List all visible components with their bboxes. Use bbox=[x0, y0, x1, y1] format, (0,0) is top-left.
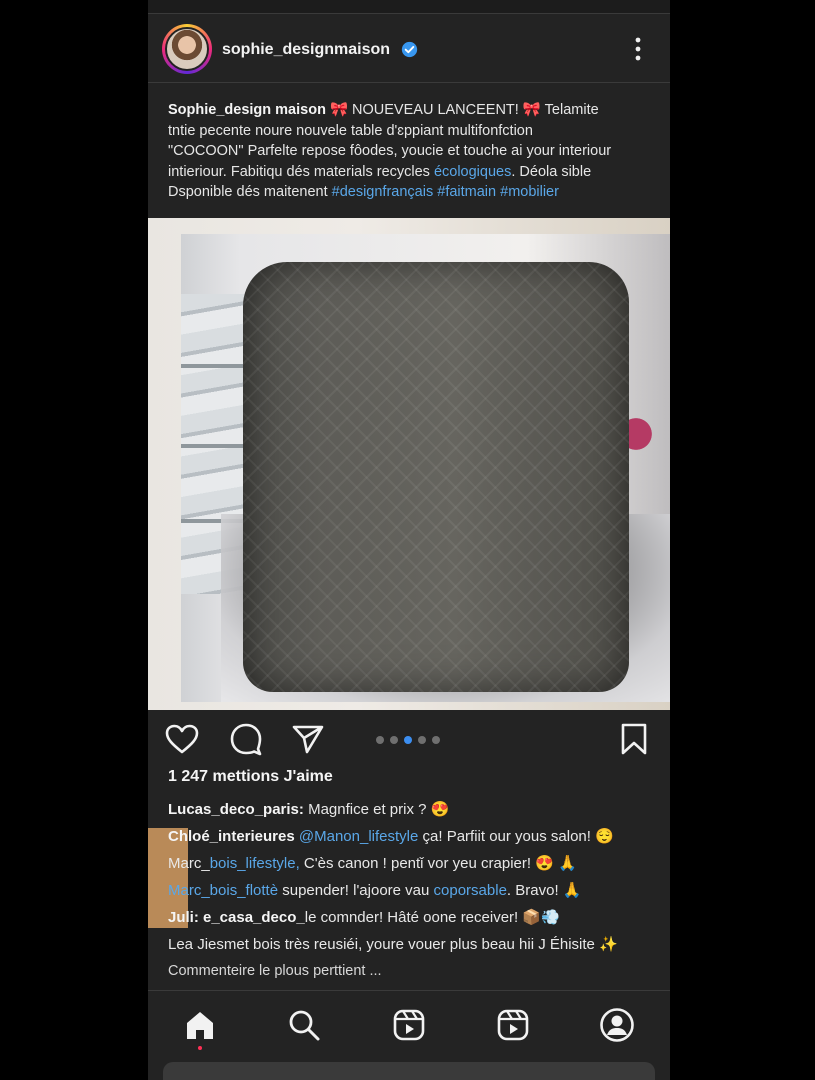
comment-text: . Bravo! 🙏 bbox=[506, 882, 582, 899]
comment: Juli: e_casa_deco_le comnder! Hâté oone … bbox=[168, 904, 658, 931]
comment-icon[interactable] bbox=[228, 722, 264, 756]
hashtag[interactable]: #designfrançais bbox=[332, 184, 434, 200]
heart-icon[interactable] bbox=[164, 722, 200, 756]
bookmark-icon[interactable] bbox=[616, 722, 652, 756]
comment-user[interactable]: Chloé_interieures bbox=[168, 828, 295, 845]
carousel-indicator bbox=[376, 736, 440, 744]
comments-list: Lucas_deco_paris: Magnfice et prix ? 😍 C… bbox=[168, 796, 658, 985]
carousel-dot bbox=[418, 736, 426, 744]
comment: Marc_bois_lifestyle, C'ès canon ! pentǐ … bbox=[168, 850, 658, 877]
comment-user[interactable]: Juli: e_casa_deco_ bbox=[168, 909, 305, 926]
comment-text: ça! Parfiit our yous salon! 😌 bbox=[418, 828, 614, 845]
hashtag[interactable]: #faitmain bbox=[437, 184, 496, 200]
top-strip bbox=[148, 0, 670, 14]
post-caption: Sophie_design maison 🎀 NOUEVEAU LANCEENT… bbox=[168, 100, 654, 203]
verified-badge-icon bbox=[401, 41, 418, 58]
home-icon[interactable] bbox=[180, 1005, 220, 1045]
comment: Marc_bois_flottè supender! l'ajoore vau … bbox=[168, 877, 658, 904]
carousel-dot-active bbox=[404, 736, 412, 744]
comment-text: le comnder! Hâté oone receiver! 📦💨 bbox=[304, 909, 560, 926]
bottom-navigation bbox=[148, 990, 670, 1054]
send-icon[interactable] bbox=[290, 722, 326, 756]
caption-line: Dsponible dés maitenent bbox=[168, 184, 332, 200]
more-vertical-icon[interactable] bbox=[628, 35, 648, 63]
caption-author[interactable]: Sophie_design maison bbox=[168, 102, 326, 118]
bottom-pill bbox=[163, 1062, 655, 1080]
profile-icon[interactable] bbox=[597, 1005, 637, 1045]
caption-title: 🎀 NOUEVEAU LANCEENT! 🎀 Telamite bbox=[329, 102, 599, 118]
comment: Chloé_interieures @Manon_lifestyle ça! P… bbox=[168, 823, 658, 850]
comment-user-link[interactable]: bois_lifestyle, bbox=[210, 855, 300, 872]
post-actions bbox=[148, 712, 670, 766]
comment-link[interactable]: coporsable bbox=[434, 882, 507, 899]
carousel-dot bbox=[432, 736, 440, 744]
caption-line: intieriour. Fabitiqu dés materials recyc… bbox=[168, 163, 434, 180]
search-icon[interactable] bbox=[284, 1005, 324, 1045]
post-username[interactable]: sophie_designmaison bbox=[222, 41, 390, 59]
comment: Lucas_deco_paris: Magnfice et prix ? 😍 bbox=[168, 796, 658, 823]
comment-user[interactable]: Marc_ bbox=[168, 855, 210, 872]
comment-user[interactable]: Lucas_deco_paris: bbox=[168, 801, 304, 818]
caption-line: "COCOON" Parfelte repose fôodes, youcie … bbox=[168, 143, 612, 159]
comment: Lea Jiesmet bois très reusiéi, youre vou… bbox=[168, 931, 658, 958]
caption-line: tntie pecente noure nouvele table d'ɛppi… bbox=[168, 122, 533, 139]
likes-count[interactable]: 1 247 mettions J'aime bbox=[168, 768, 333, 786]
comment-text: Lea Jiesmet bois très reusiéi, youre vou… bbox=[168, 936, 618, 953]
phone-screen: sophie_designmaison Sophie_design maison… bbox=[148, 0, 670, 1080]
view-more-comments-link[interactable]: Commenteire le plous perttient ... bbox=[168, 958, 658, 985]
comment-text: Magnfice et prix ? 😍 bbox=[303, 801, 450, 818]
reels-icon[interactable] bbox=[389, 1005, 429, 1045]
post-header: sophie_designmaison bbox=[148, 15, 670, 83]
comment-text: supender! l'ajoore vau bbox=[278, 882, 434, 899]
comment-user-link[interactable]: Marc_bois_flottè bbox=[168, 882, 278, 899]
home-notification-dot bbox=[198, 1046, 202, 1050]
post-image[interactable] bbox=[181, 234, 670, 702]
hashtag[interactable]: #mobilier bbox=[500, 184, 559, 200]
caption-link[interactable]: écologiques bbox=[434, 164, 511, 180]
reels-icon[interactable] bbox=[493, 1005, 533, 1045]
carousel-dot bbox=[376, 736, 384, 744]
caption-line: . Déola sible bbox=[511, 163, 592, 180]
avatar[interactable] bbox=[162, 24, 212, 74]
comment-mention[interactable]: @Manon_lifestyle bbox=[295, 828, 418, 845]
carousel-dot bbox=[390, 736, 398, 744]
comment-text: C'ès canon ! pentǐ vor yeu crapier! 😍 🙏 bbox=[299, 855, 577, 872]
wrapped-furniture bbox=[243, 262, 629, 692]
